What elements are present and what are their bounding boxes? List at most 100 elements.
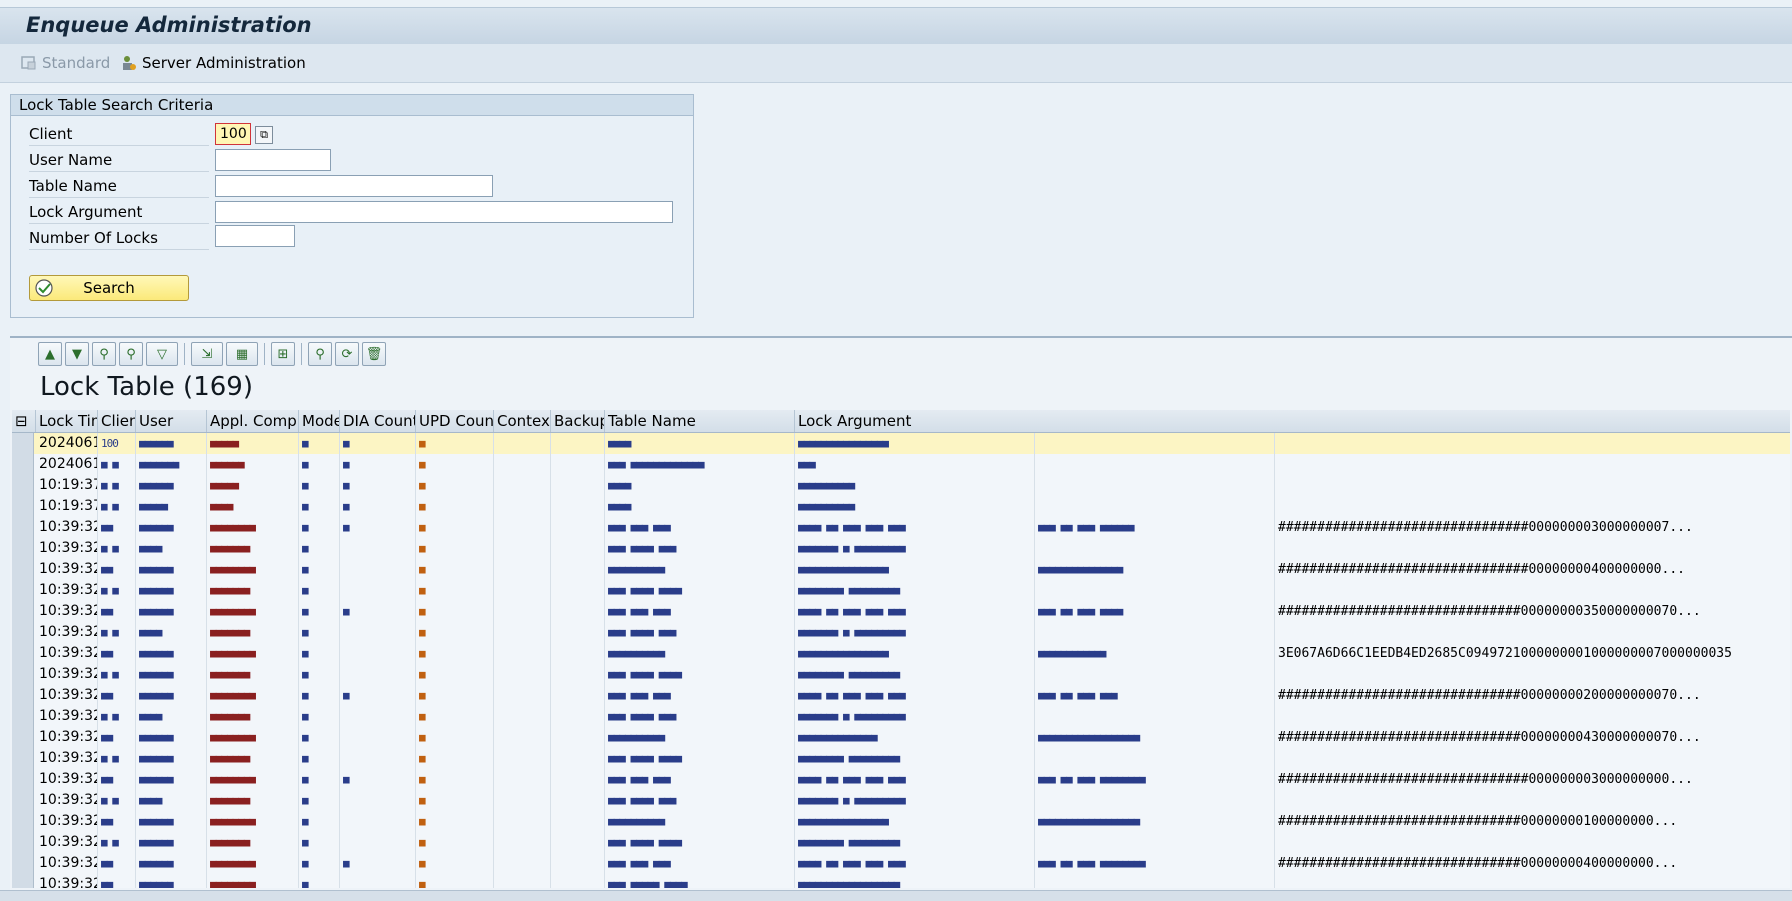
table-name-input[interactable]: [215, 175, 493, 197]
sort-ascending-icon[interactable]: ▲: [38, 342, 62, 366]
row-selector[interactable]: [12, 790, 34, 811]
cell-tbl: ■■■ ■■■ ■■■: [605, 685, 795, 706]
cell-tail: ###############################000000001…: [1278, 814, 1678, 829]
col-user[interactable]: User: [136, 410, 207, 432]
cell-bak: [551, 790, 605, 811]
cell-bak: [551, 706, 605, 727]
row-selector[interactable]: [12, 685, 34, 706]
lock-table-grid-area: ▲ ▼ ⚲ ⚲ ▽ ⇲ ▦ ⊞ ⚲ ⟳ 🗑 Lock Table (169) ⊟…: [10, 336, 1792, 892]
table-row[interactable]: 10:39:32 ■■ ■■■■■■ ■■■■■■■■ ■ ■ ■■■■■■■■■■ ■■■■…: [12, 727, 1790, 749]
select-all-icon[interactable]: ⊟: [12, 410, 36, 432]
row-selector[interactable]: [12, 454, 34, 475]
table-row[interactable]: 10:39:32 ■■ ■■■■■■ ■■■■■■■■ ■ ■ ■ ■■■ ■■■ ■■■ ■■…: [12, 517, 1790, 539]
table-row[interactable]: 10:39:32 ■■ ■■■■■■ ■■■■■■■■ ■ ■ ■■■■■■■■■■ ■■■■…: [12, 643, 1790, 665]
col-lock-argument[interactable]: Lock Argument: [795, 410, 1790, 432]
row-selector[interactable]: [12, 601, 34, 622]
cell-tbl: ■■■ ■■■■ ■■■■: [605, 748, 795, 769]
row-selector[interactable]: [12, 559, 34, 580]
col-upd-count[interactable]: UPD Count: [416, 410, 494, 432]
cell-mode: ■: [299, 874, 340, 888]
table-row[interactable]: 10:39:32 ■■ ■■■■■■ ■■■■■■■■ ■ ■ ■■■■■■■■■■ ■■■■…: [12, 811, 1790, 833]
row-selector[interactable]: [12, 496, 34, 517]
table-row[interactable]: 10:39:32 ■■ ■■■■■■ ■■■■■■■■ ■ ■ ■ ■■■ ■■■ ■■■ ■■…: [12, 685, 1790, 707]
table-row[interactable]: 10:19:37 ■ ■ ■■■■■■ ■■■■■ ■ ■ ■ ■■■■ ■■■■■■■■■■: [12, 475, 1790, 497]
col-backup[interactable]: Backup: [551, 410, 605, 432]
cell-client: ■ ■: [98, 622, 136, 643]
user-name-input[interactable]: [215, 149, 331, 171]
find-next-icon[interactable]: ⚲: [119, 342, 143, 366]
cell-dia: ■: [340, 769, 416, 790]
cell-ctx: [494, 790, 551, 811]
search-icon[interactable]: ⚲: [308, 342, 332, 366]
row-selector[interactable]: [12, 664, 34, 685]
cell-ctx: [494, 706, 551, 727]
col-appl-comp[interactable]: Appl. Comp: [207, 410, 299, 432]
export-icon[interactable]: ⇲: [191, 342, 223, 366]
row-selector[interactable]: [12, 727, 34, 748]
row-selector[interactable]: [12, 811, 34, 832]
row-selector[interactable]: [12, 475, 34, 496]
filter-icon[interactable]: ▽: [146, 342, 178, 366]
row-selector[interactable]: [12, 874, 34, 888]
table-row[interactable]: 10:39:32 ■■ ■■■■■■ ■■■■■■■■ ■ ■ ■ ■■■ ■■■ ■■■ ■■…: [12, 601, 1790, 623]
cell-tail: 3E067A6D66C1EEDB4ED2685C0949721000000001…: [1278, 646, 1732, 661]
cell-client: ■ ■: [98, 580, 136, 601]
application-toolbar: Standard Server Administration: [0, 44, 1792, 83]
client-input[interactable]: [215, 123, 251, 145]
row-selector[interactable]: [12, 622, 34, 643]
table-row[interactable]: 10:39:32 ■■ ■■■■■■ ■■■■■■■■ ■ ■ ■ ■■■ ■■■ ■■■ ■■…: [12, 853, 1790, 875]
row-selector[interactable]: [12, 538, 34, 559]
cell-extra: ■■■■■■■■■■■■■■■: [1035, 559, 1275, 580]
cell-extra: ■■■ ■■ ■■■ ■■■■■■: [1035, 517, 1275, 538]
row-selector[interactable]: [12, 832, 34, 853]
refresh-icon[interactable]: ⟳: [335, 342, 359, 366]
standard-button[interactable]: Standard: [20, 52, 110, 74]
search-button[interactable]: Search: [29, 275, 189, 301]
row-selector[interactable]: [12, 748, 34, 769]
row-selector[interactable]: [12, 580, 34, 601]
cell-bak: [551, 685, 605, 706]
row-selector[interactable]: [12, 706, 34, 727]
table-row[interactable]: 10:39:32 ■ ■ ■■■■ ■■■■■■■ ■ ■ ■■■ ■■■■ ■■■ ■■■■…: [12, 538, 1790, 560]
table-row[interactable]: 10:39:32 ■■ ■■■■■■ ■■■■■■■■ ■ ■ ■ ■■■ ■■■ ■■■ ■■…: [12, 769, 1790, 791]
server-administration-button[interactable]: Server Administration: [120, 52, 306, 74]
find-icon[interactable]: ⚲: [92, 342, 116, 366]
table-row[interactable]: 10:39:32 ■■ ■■■■■■ ■■■■■■■■ ■ ■ ■■■■■■■■■■ ■■■■…: [12, 559, 1790, 581]
table-row[interactable]: 20240616100■■■■■■■■■■■■■■■■■■■■■■■■■■■■■…: [12, 433, 1790, 455]
cell-upd: ■: [416, 706, 494, 727]
delete-icon[interactable]: 🗑: [362, 342, 386, 366]
alv-toolbar: ▲ ▼ ⚲ ⚲ ▽ ⇲ ▦ ⊞ ⚲ ⟳ 🗑: [38, 340, 386, 368]
table-row[interactable]: 10:39:32 ■ ■ ■■■■ ■■■■■■■ ■ ■ ■■■ ■■■■ ■■■ ■■■■…: [12, 622, 1790, 644]
cell-user: ■■■■■■: [136, 559, 207, 580]
table-row[interactable]: 10:39:32 ■ ■ ■■■■ ■■■■■■■ ■ ■ ■■■ ■■■■ ■■■ ■■■■…: [12, 790, 1790, 812]
toolbar-separator: [264, 343, 265, 365]
value-help-icon[interactable]: ⧉: [255, 126, 273, 144]
table-row[interactable]: 10:39:32 ■ ■ ■■■■ ■■■■■■■ ■ ■ ■■■ ■■■■ ■■■ ■■■■…: [12, 706, 1790, 728]
row-selector[interactable]: [12, 433, 34, 454]
table-row[interactable]: 20240616■ ■■■■■■■■■■■■■■■■■■■■ ■■■■■■■■■…: [12, 454, 1790, 476]
number-of-locks-input[interactable]: [215, 225, 295, 247]
details-icon[interactable]: ⊞: [271, 342, 295, 366]
col-dia-count[interactable]: DIA Count: [340, 410, 416, 432]
sort-descending-icon[interactable]: ▼: [65, 342, 89, 366]
table-row[interactable]: 10:39:32 ■■ ■■■■■■ ■■■■■■■■ ■ ■ ■■■ ■■■■■ ■■■■…: [12, 874, 1790, 888]
lock-argument-input[interactable]: [215, 201, 673, 223]
row-selector[interactable]: [12, 769, 34, 790]
cell-appl: ■■■■■■■■: [207, 517, 299, 538]
col-mode[interactable]: Mode: [299, 410, 340, 432]
cell-arg: ■■■■ ■■ ■■■ ■■■ ■■■: [795, 769, 1035, 790]
toolbar-separator: [301, 343, 302, 365]
row-selector[interactable]: [12, 517, 34, 538]
col-context[interactable]: Context: [494, 410, 551, 432]
col-lock-time[interactable]: Lock Time: [36, 410, 98, 432]
col-table-name[interactable]: Table Name: [605, 410, 795, 432]
cell-arg: ■■■■■■■ ■ ■■■■■■■■■: [795, 622, 1035, 643]
col-client[interactable]: Client: [98, 410, 136, 432]
horizontal-scrollbar[interactable]: [0, 890, 1792, 901]
layout-icon[interactable]: ▦: [226, 342, 258, 366]
cell-arg: ■■■■■■■■■■■■■■■■: [795, 559, 1035, 580]
cell-arg: ■■■■■■■■■■■■■■: [795, 727, 1035, 748]
cell-mode: ■: [299, 580, 340, 601]
row-selector[interactable]: [12, 853, 34, 874]
row-selector[interactable]: [12, 643, 34, 664]
